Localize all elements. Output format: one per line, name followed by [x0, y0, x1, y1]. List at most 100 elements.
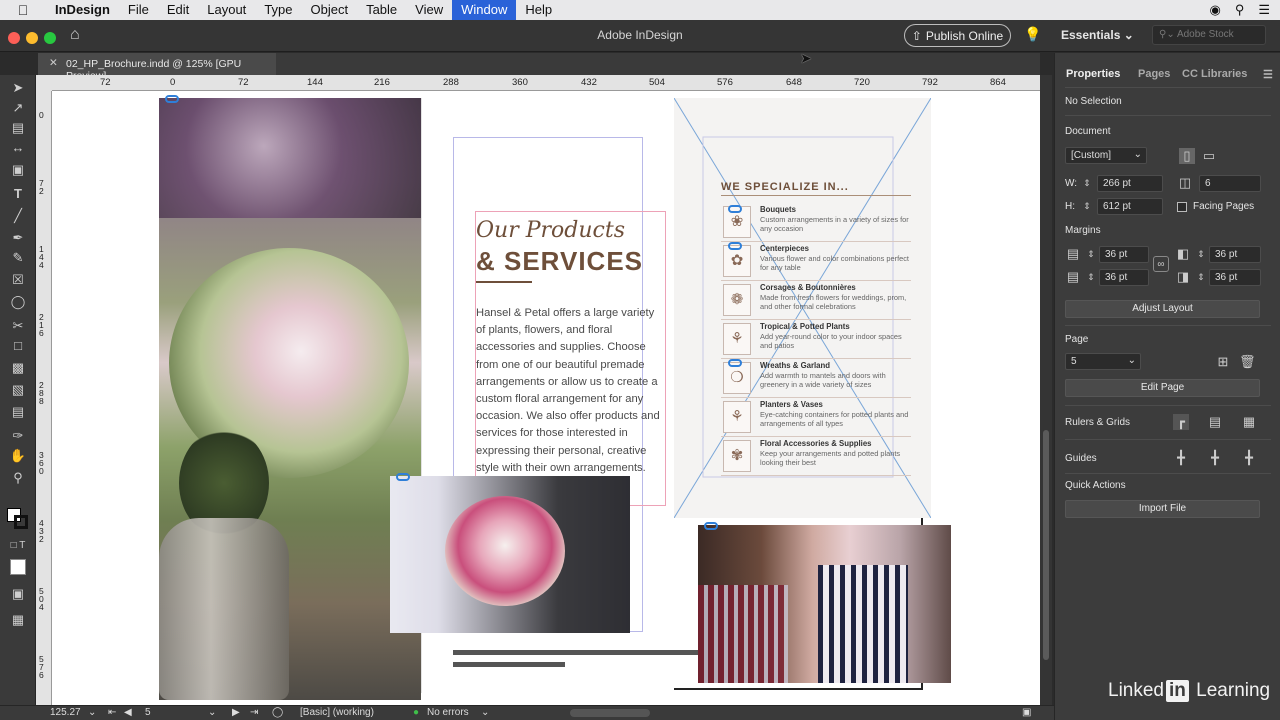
- lightbulb-icon[interactable]: 💡: [1024, 26, 1041, 43]
- lock-guides-icon[interactable]: ╋: [1207, 450, 1223, 466]
- previous-page-icon[interactable]: ◀: [124, 707, 132, 718]
- menu-help[interactable]: Help: [516, 0, 561, 20]
- content-collector-icon[interactable]: ▣: [8, 161, 28, 179]
- gap-tool-icon[interactable]: ↔: [8, 139, 28, 157]
- menu-table[interactable]: Table: [357, 0, 406, 20]
- stepper-icon[interactable]: ⇕: [1079, 175, 1095, 191]
- height-field[interactable]: 612 pt: [1097, 198, 1163, 215]
- specialty-row[interactable]: ✾ Floral Accessories & Supplies Keep you…: [721, 438, 911, 476]
- specialty-row[interactable]: ⚘ Tropical & Potted Plants Add year-roun…: [721, 321, 911, 359]
- tab-pages[interactable]: Pages: [1138, 68, 1170, 80]
- eyedropper-tool-icon[interactable]: ✑: [8, 427, 28, 445]
- margin-outside-field[interactable]: 36 pt: [1209, 269, 1261, 286]
- adjust-layout-button[interactable]: Adjust Layout: [1065, 300, 1260, 318]
- bouquet-photo[interactable]: [390, 476, 630, 633]
- specialty-row[interactable]: ❁ Corsages & Boutonnières Made from fres…: [721, 282, 911, 320]
- ellipse-tool-icon[interactable]: ◯: [8, 293, 28, 311]
- hand-tool-icon[interactable]: ✋: [8, 447, 28, 465]
- kids-flower-photo[interactable]: [698, 525, 951, 683]
- show-guides-icon[interactable]: ╋: [1173, 450, 1189, 466]
- menu-object[interactable]: Object: [302, 0, 358, 20]
- body-copy[interactable]: Hansel & Petal offers a large variety of…: [476, 305, 664, 477]
- new-page-icon[interactable]: ⊞: [1215, 354, 1231, 370]
- scissors-tool-icon[interactable]: ✂: [8, 317, 28, 335]
- menu-view[interactable]: View: [406, 0, 452, 20]
- stroke-swatch[interactable]: [14, 515, 28, 529]
- apple-icon[interactable]: : [0, 2, 46, 18]
- link-icon[interactable]: [704, 522, 718, 530]
- preflight-profile[interactable]: [Basic] (working): [300, 707, 374, 718]
- import-file-button[interactable]: Import File: [1065, 500, 1260, 518]
- zoom-level[interactable]: 125.27: [50, 707, 81, 718]
- stepper-icon[interactable]: ⇕: [1193, 269, 1209, 285]
- direct-selection-tool-icon[interactable]: ↗: [8, 99, 28, 117]
- baseline-grid-icon[interactable]: ▤: [1207, 414, 1223, 430]
- type-tool-icon[interactable]: T: [8, 185, 28, 203]
- zoom-tool-icon[interactable]: ⚲: [8, 469, 28, 487]
- margin-bottom-field[interactable]: 36 pt: [1099, 269, 1149, 286]
- rulers-icon[interactable]: ┏: [1173, 414, 1189, 430]
- selection-tool-icon[interactable]: ➤: [8, 79, 28, 97]
- page-dropdown-icon[interactable]: ⌄: [208, 707, 216, 718]
- margin-inside-field[interactable]: 36 pt: [1209, 246, 1261, 263]
- width-field[interactable]: 266 pt: [1097, 175, 1163, 192]
- smart-guides-icon[interactable]: ╋: [1241, 450, 1257, 466]
- specialty-row[interactable]: ❍ Wreaths & Garland Add warmth to mantel…: [721, 360, 911, 398]
- facing-pages-checkbox[interactable]: [1177, 202, 1187, 212]
- link-margins-icon[interactable]: ∞: [1153, 256, 1169, 272]
- horizontal-ruler[interactable]: 72 0 72 144 216 288 360 432 504 576 648 …: [52, 75, 1040, 91]
- vertical-scroll-thumb[interactable]: [1043, 430, 1049, 660]
- spotlight-search-icon[interactable]: ⚲: [1235, 2, 1245, 18]
- publish-online-button[interactable]: ⇧ Publish Online: [904, 24, 1011, 47]
- tab-cc-libraries[interactable]: CC Libraries: [1182, 68, 1247, 80]
- tab-properties[interactable]: Properties: [1066, 68, 1120, 80]
- first-page-icon[interactable]: ⇤: [108, 707, 116, 718]
- flower-vase-photo[interactable]: [159, 98, 421, 700]
- page-tool-icon[interactable]: ▤: [8, 119, 28, 137]
- document-preset-select[interactable]: [Custom] ⌄: [1065, 147, 1147, 164]
- link-icon[interactable]: [728, 242, 742, 250]
- stepper-icon[interactable]: ⇕: [1193, 246, 1209, 262]
- vertical-ruler[interactable]: 0 7 2 1 4 4 2 1 6 2 8 8 3 6 0 4 3 2 5 0 …: [36, 91, 52, 705]
- document-tab[interactable]: ✕ 02_HP_Brochure.indd @ 125% [GPU Previe…: [38, 53, 276, 82]
- last-page-icon[interactable]: ⇥: [250, 707, 258, 718]
- page-number-field[interactable]: 5: [145, 707, 151, 718]
- adobe-stock-search[interactable]: ⚲⌄ Adobe Stock: [1152, 25, 1266, 45]
- horizontal-scroll-thumb[interactable]: [570, 709, 650, 717]
- specialty-row[interactable]: ⚘ Planters & Vases Eye-catching containe…: [721, 399, 911, 437]
- portrait-orientation-icon[interactable]: ▯: [1179, 148, 1195, 164]
- pencil-tool-icon[interactable]: ✎: [8, 249, 28, 267]
- link-icon[interactable]: [728, 359, 742, 367]
- delete-page-icon[interactable]: 🗑: [1239, 354, 1256, 370]
- menu-window[interactable]: Window: [452, 0, 517, 20]
- document-grid-icon[interactable]: ▦: [1241, 414, 1257, 430]
- preview-mode-icon[interactable]: ▦: [8, 611, 28, 629]
- close-tab-icon[interactable]: ✕: [49, 57, 58, 69]
- stepper-icon[interactable]: ⇕: [1079, 198, 1095, 214]
- apply-none-icon[interactable]: [10, 559, 26, 575]
- menu-edit[interactable]: Edit: [158, 0, 198, 20]
- link-icon[interactable]: [728, 205, 742, 213]
- gradient-feather-tool-icon[interactable]: ▧: [8, 381, 28, 399]
- workspace-switcher[interactable]: Essentials ⌄: [1061, 28, 1134, 42]
- gradient-tool-icon[interactable]: ▩: [8, 359, 28, 377]
- landscape-orientation-icon[interactable]: ▭: [1201, 148, 1217, 164]
- menu-app[interactable]: InDesign: [46, 0, 119, 20]
- next-page-icon[interactable]: ▶: [232, 707, 240, 718]
- preflight-dropdown-icon[interactable]: ⌄: [481, 707, 489, 718]
- menu-file[interactable]: File: [119, 0, 158, 20]
- page-count-field[interactable]: 6: [1199, 175, 1261, 192]
- open-page-icon[interactable]: ◯: [272, 707, 283, 718]
- formatting-container-icon[interactable]: □ T: [8, 537, 28, 555]
- specialty-row[interactable]: ✿ Centerpieces Various flower and color …: [721, 243, 911, 281]
- stepper-icon[interactable]: ⇕: [1083, 269, 1099, 285]
- line-tool-icon[interactable]: ╱: [8, 207, 28, 225]
- free-transform-tool-icon[interactable]: □: [8, 337, 28, 355]
- stepper-icon[interactable]: ⇕: [1083, 246, 1099, 262]
- menu-type[interactable]: Type: [255, 0, 301, 20]
- page-select[interactable]: 5 ⌄: [1065, 353, 1141, 370]
- edit-page-button[interactable]: Edit Page: [1065, 379, 1260, 397]
- notification-list-icon[interactable]: ☰: [1258, 2, 1270, 18]
- creative-cloud-icon[interactable]: ◉: [1209, 2, 1220, 18]
- note-tool-icon[interactable]: ▤: [8, 403, 28, 421]
